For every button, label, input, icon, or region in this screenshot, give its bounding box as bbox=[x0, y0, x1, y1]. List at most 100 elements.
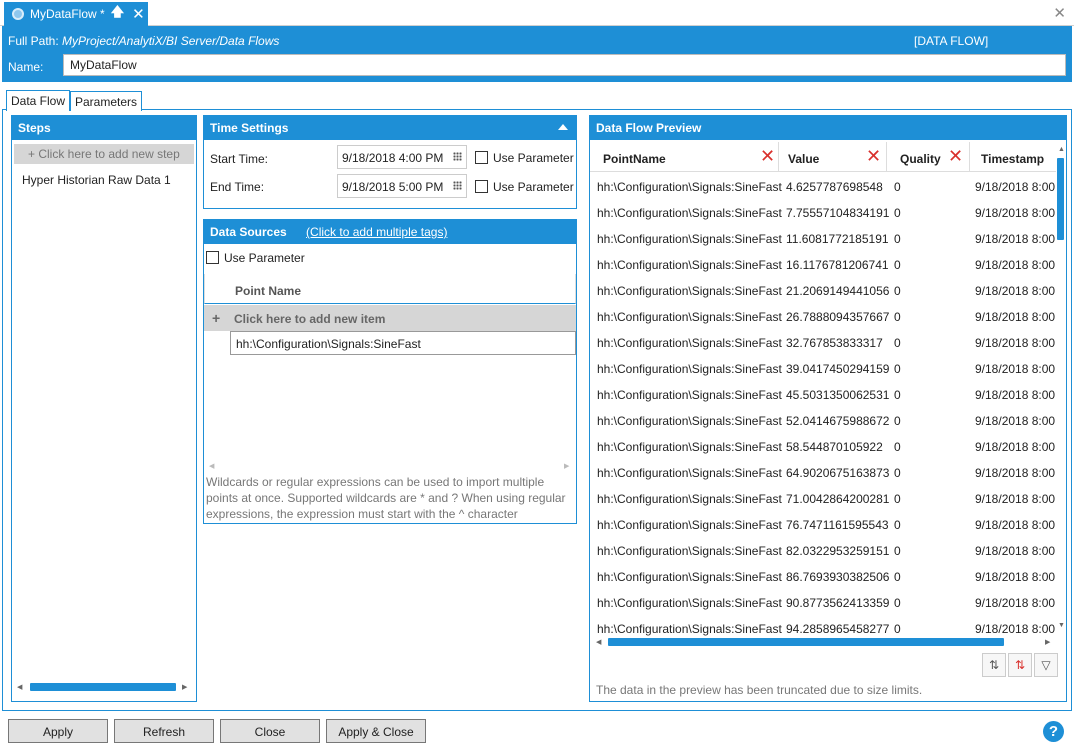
point-name-cell[interactable]: hh:\Configuration\Signals:SineFast bbox=[230, 331, 576, 355]
start-use-parameter-checkbox[interactable] bbox=[475, 151, 488, 164]
cell-quality: 0 bbox=[894, 232, 901, 246]
table-row[interactable]: hh:\Configuration\Signals:SineFast 71.004… bbox=[590, 485, 1056, 511]
cell-pointname: hh:\Configuration\Signals:SineFast bbox=[597, 388, 782, 402]
cell-timestamp: 9/18/2018 8:00 bbox=[975, 570, 1056, 584]
table-row[interactable]: hh:\Configuration\Signals:SineFast 94.285… bbox=[590, 615, 1056, 636]
scroll-down-icon[interactable]: ▼ bbox=[1058, 622, 1065, 629]
preview-horizontal-scrollbar[interactable] bbox=[608, 638, 1004, 646]
end-time-label: End Time: bbox=[210, 180, 265, 194]
preview-vertical-scrollbar[interactable] bbox=[1057, 158, 1064, 240]
table-row[interactable]: hh:\Configuration\Signals:SineFast 7.7555… bbox=[590, 199, 1056, 225]
clear-sort-icon[interactable]: ⇅ bbox=[1008, 653, 1032, 677]
table-row[interactable]: hh:\Configuration\Signals:SineFast 16.117… bbox=[590, 251, 1056, 277]
cell-value: 52.0414675988672 bbox=[786, 414, 890, 428]
table-row[interactable]: hh:\Configuration\Signals:SineFast 45.503… bbox=[590, 381, 1056, 407]
table-row[interactable]: hh:\Configuration\Signals:SineFast 4.6257… bbox=[590, 173, 1056, 199]
add-multiple-tags-link[interactable]: (Click to add multiple tags) bbox=[306, 225, 447, 239]
collapse-icon[interactable] bbox=[558, 124, 568, 130]
scroll-left-icon[interactable]: ◀ bbox=[209, 462, 214, 470]
cell-quality: 0 bbox=[894, 544, 901, 558]
tab-data-flow[interactable]: Data Flow bbox=[6, 90, 71, 111]
column-header-value[interactable]: Value ✕ bbox=[780, 142, 887, 172]
table-row[interactable]: hh:\Configuration\Signals:SineFast 90.877… bbox=[590, 589, 1056, 615]
cell-pointname: hh:\Configuration\Signals:SineFast bbox=[597, 492, 782, 506]
column-header-quality-label: Quality bbox=[900, 152, 941, 166]
refresh-button[interactable]: Refresh bbox=[114, 719, 214, 743]
column-header-quality[interactable]: Quality ✕ bbox=[888, 142, 970, 172]
add-step-button[interactable]: + Click here to add new step bbox=[14, 144, 194, 164]
cell-value: 76.7471161595543 bbox=[786, 518, 889, 532]
table-row[interactable]: hh:\Configuration\Signals:SineFast 58.544… bbox=[590, 433, 1056, 459]
help-icon[interactable]: ? bbox=[1043, 721, 1064, 742]
cell-timestamp: 9/18/2018 8:00 bbox=[975, 362, 1056, 376]
clear-filter-icon[interactable]: ✕ bbox=[948, 146, 963, 167]
cell-pointname: hh:\Configuration\Signals:SineFast bbox=[597, 232, 782, 246]
table-row[interactable]: hh:\Configuration\Signals:SineFast 11.608… bbox=[590, 225, 1056, 251]
step-item[interactable]: Hyper Historian Raw Data 1 bbox=[12, 164, 196, 187]
end-use-parameter-checkbox[interactable] bbox=[475, 180, 488, 193]
plus-icon: + bbox=[212, 310, 221, 326]
window-close-icon[interactable]: ✕ bbox=[1053, 4, 1066, 22]
cell-value: 11.6081772185191 bbox=[786, 232, 889, 246]
scroll-right-icon[interactable]: ▶ bbox=[182, 683, 187, 691]
scroll-right-icon[interactable]: ▶ bbox=[1045, 638, 1050, 646]
steps-horizontal-scrollbar[interactable] bbox=[30, 683, 176, 691]
table-row[interactable]: hh:\Configuration\Signals:SineFast 86.769… bbox=[590, 563, 1056, 589]
cell-timestamp: 9/18/2018 8:00 bbox=[975, 180, 1056, 194]
column-header-value-label: Value bbox=[788, 152, 820, 166]
column-header-timestamp[interactable]: Timestamp bbox=[971, 142, 1057, 172]
add-item-label: Click here to add new item bbox=[234, 312, 386, 326]
steps-panel: Steps + Click here to add new step Hyper… bbox=[11, 115, 197, 702]
start-time-picker[interactable]: 9/18/2018 4:00 PM bbox=[337, 145, 467, 169]
cell-value: 16.1176781206741 bbox=[786, 258, 889, 272]
add-item-row[interactable]: + Click here to add new item bbox=[204, 305, 576, 331]
object-type-label: [DATA FLOW] bbox=[914, 34, 989, 48]
calendar-icon[interactable] bbox=[453, 152, 462, 161]
apply-close-button[interactable]: Apply & Close bbox=[326, 719, 426, 743]
tab-close-icon[interactable]: ✕ bbox=[132, 5, 145, 23]
cell-pointname: hh:\Configuration\Signals:SineFast bbox=[597, 180, 782, 194]
cell-quality: 0 bbox=[894, 258, 901, 272]
scroll-up-icon[interactable]: ▲ bbox=[1058, 146, 1065, 153]
cell-value: 21.2069149441056 bbox=[786, 284, 890, 298]
cell-quality: 0 bbox=[894, 284, 901, 298]
cell-value: 94.2858965458277 bbox=[786, 622, 890, 636]
filter-icon[interactable]: ▽ bbox=[1034, 653, 1058, 677]
cell-pointname: hh:\Configuration\Signals:SineFast bbox=[597, 336, 782, 350]
end-time-picker[interactable]: 9/18/2018 5:00 PM bbox=[337, 174, 467, 198]
data-sources-use-parameter-checkbox[interactable] bbox=[206, 251, 219, 264]
cell-timestamp: 9/18/2018 8:00 bbox=[975, 388, 1056, 402]
table-row[interactable]: hh:\Configuration\Signals:SineFast 64.902… bbox=[590, 459, 1056, 485]
cell-timestamp: 9/18/2018 8:00 bbox=[975, 622, 1056, 636]
cell-quality: 0 bbox=[894, 414, 901, 428]
apply-button[interactable]: Apply bbox=[8, 719, 108, 743]
sort-icon[interactable]: ⇅ bbox=[982, 653, 1006, 677]
column-header-pointname[interactable]: PointName ✕ bbox=[594, 142, 779, 172]
clear-filter-icon[interactable]: ✕ bbox=[760, 146, 775, 167]
document-tabstrip: MyDataFlow * 🡅 ✕ ✕ bbox=[0, 0, 1074, 26]
preview-column-headers: PointName ✕ Value ✕ Quality ✕ Timestamp bbox=[590, 142, 1056, 172]
table-row[interactable]: hh:\Configuration\Signals:SineFast 52.041… bbox=[590, 407, 1056, 433]
scroll-left-icon[interactable]: ◀ bbox=[17, 683, 22, 691]
scroll-left-icon[interactable]: ◀ bbox=[596, 638, 601, 646]
table-row[interactable]: hh:\Configuration\Signals:SineFast 82.032… bbox=[590, 537, 1056, 563]
scroll-right-icon[interactable]: ▶ bbox=[564, 462, 569, 470]
table-row[interactable]: hh:\Configuration\Signals:SineFast 32.767… bbox=[590, 329, 1056, 355]
cell-quality: 0 bbox=[894, 206, 901, 220]
calendar-icon[interactable] bbox=[453, 181, 462, 190]
table-row[interactable]: hh:\Configuration\Signals:SineFast 26.788… bbox=[590, 303, 1056, 329]
start-time-value: 9/18/2018 4:00 PM bbox=[342, 151, 444, 165]
table-row[interactable]: hh:\Configuration\Signals:SineFast 21.206… bbox=[590, 277, 1056, 303]
cell-quality: 0 bbox=[894, 518, 901, 532]
cell-timestamp: 9/18/2018 8:00 bbox=[975, 284, 1056, 298]
tab-parameters[interactable]: Parameters bbox=[70, 91, 143, 111]
table-row[interactable]: hh:\Configuration\Signals:SineFast 76.747… bbox=[590, 511, 1056, 537]
document-tab[interactable]: MyDataFlow * 🡅 ✕ bbox=[4, 2, 148, 26]
pin-icon[interactable]: 🡅 bbox=[111, 3, 124, 25]
close-button[interactable]: Close bbox=[220, 719, 320, 743]
cell-timestamp: 9/18/2018 8:00 bbox=[975, 310, 1056, 324]
table-row[interactable]: hh:\Configuration\Signals:SineFast 39.041… bbox=[590, 355, 1056, 381]
point-name-column-header[interactable]: Point Name bbox=[204, 274, 576, 304]
name-input[interactable] bbox=[63, 54, 1066, 76]
clear-filter-icon[interactable]: ✕ bbox=[866, 146, 881, 167]
